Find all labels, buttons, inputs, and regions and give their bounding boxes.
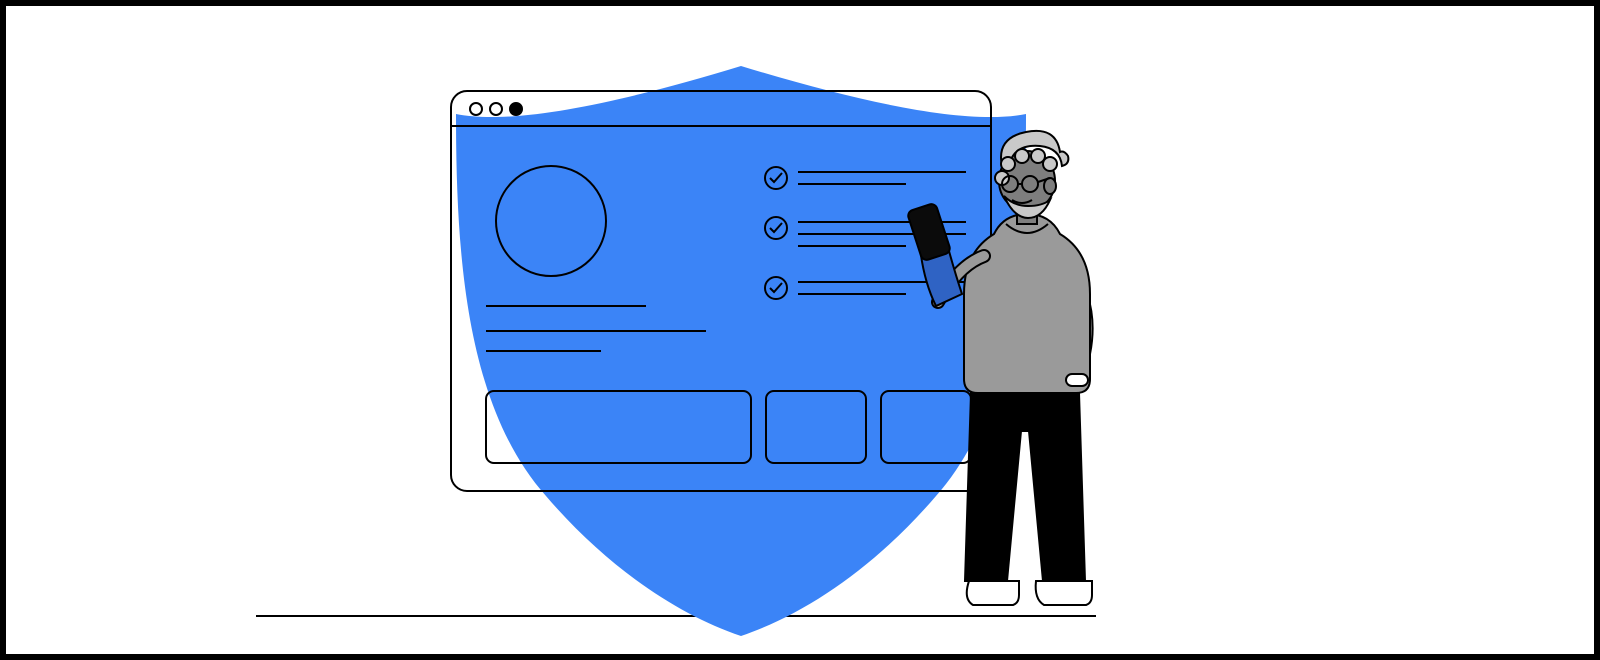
traffic-light-icon (470, 103, 482, 115)
illustration-svg (6, 6, 1600, 660)
security-illustration (0, 0, 1600, 660)
traffic-light-icon (490, 103, 502, 115)
traffic-light-icon (510, 103, 522, 115)
shoe (967, 581, 1019, 605)
pants (965, 393, 1085, 581)
shoe (1036, 581, 1092, 605)
cuff (1066, 374, 1088, 386)
